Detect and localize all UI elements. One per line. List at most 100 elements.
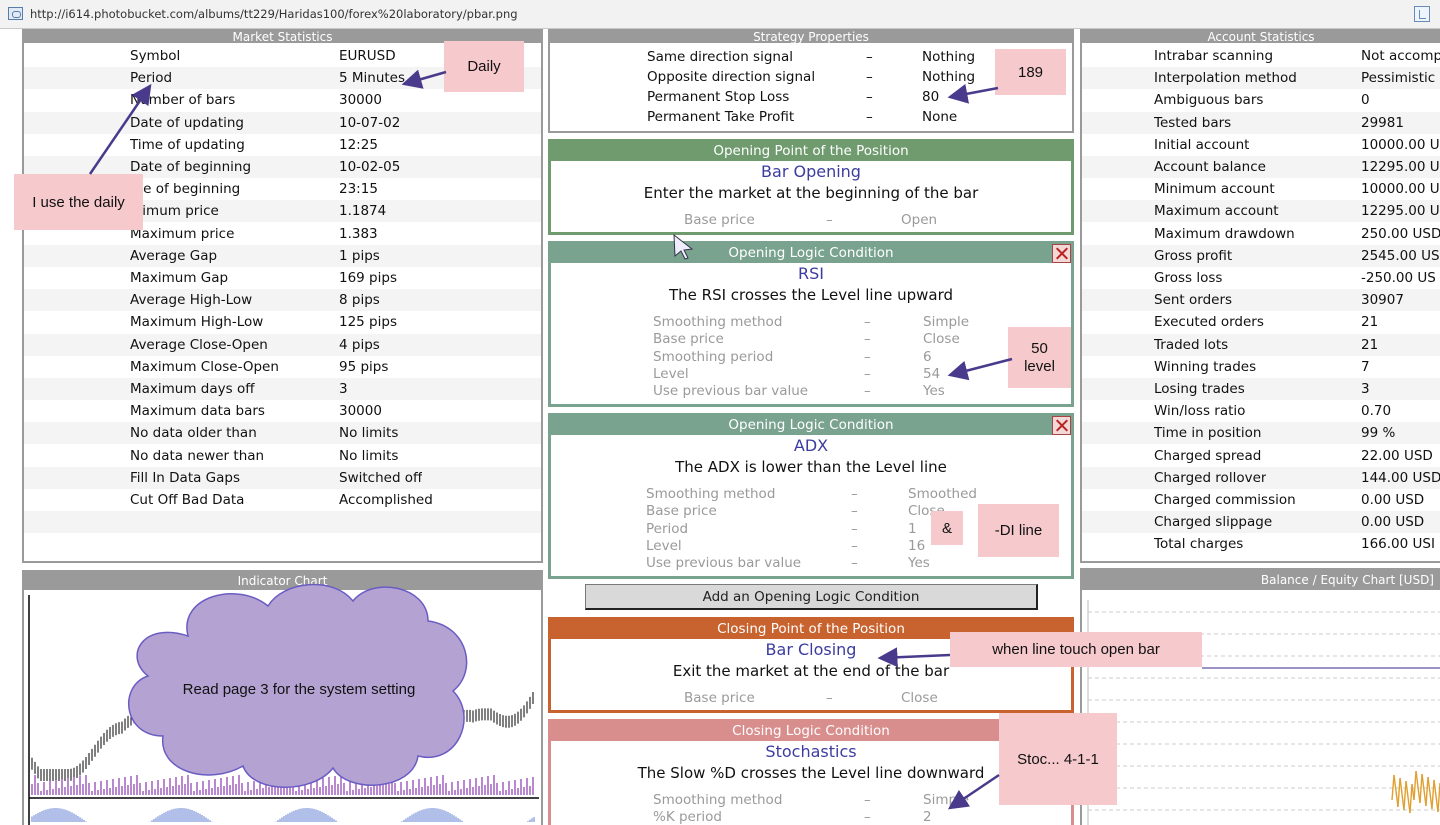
table-row: Winning trades 7 [1082, 356, 1440, 378]
url-text[interactable]: http://i614.photobucket.com/albums/tt229… [30, 7, 518, 21]
stat-value: 12295.00 U [1361, 203, 1440, 220]
strategy-sep: – [866, 69, 873, 85]
stat-value: 169 pips [339, 270, 397, 286]
table-row: Account balance 12295.00 U [1082, 156, 1440, 178]
note-stoc: Stoc... 4-1-1 [999, 713, 1117, 805]
stat-label: inimum price [130, 203, 219, 220]
strategy-value: Nothing [922, 69, 976, 85]
add-opening-logic-button[interactable]: Add an Opening Logic Condition [585, 584, 1038, 610]
table-row: Intrabar scanning Not accomp [1082, 45, 1440, 67]
opening-logic-title: Opening Logic Condition [551, 244, 1071, 263]
chart-mark [1413, 770, 1417, 801]
table-row: Maximum days off 3 [24, 378, 541, 400]
stat-label: Time of updating [130, 136, 245, 153]
stat-label: Account balance [1154, 159, 1266, 175]
param-value: Close [901, 690, 938, 706]
chart-mark [1403, 780, 1407, 811]
stat-value: 22.00 USD [1361, 447, 1433, 464]
stat-label: No data newer than [130, 447, 265, 464]
table-row: Losing trades 3 [1082, 378, 1440, 400]
indicator-description: The ADX is lower than the Level line [675, 458, 947, 476]
chart-mark [1419, 773, 1423, 804]
param-label: Smoothing method [653, 792, 783, 808]
param-label: Use previous bar value [653, 383, 809, 400]
stat-label: Total charges [1154, 536, 1244, 553]
stat-label: Charged rollover [1154, 469, 1267, 486]
table-row: Cut Off Bad Data Accomplished [24, 489, 541, 511]
param-value: Close [923, 331, 960, 348]
stat-label: Maximum price [130, 225, 235, 242]
opening-point-slot[interactable]: Opening Point of the Position Bar Openin… [548, 139, 1074, 235]
stat-label: Interpolation method [1154, 70, 1297, 87]
param-value: Open [901, 212, 938, 228]
stat-value: 10000.00 U [1361, 136, 1440, 153]
empty-row [24, 533, 541, 555]
param-value: 2 [923, 809, 932, 825]
indicator-description: The RSI crosses the Level line upward [668, 286, 953, 304]
table-row: No data older than No limits [24, 422, 541, 445]
cursor-icon [673, 233, 694, 260]
table-row: Fill In Data Gaps Switched off [24, 466, 541, 489]
table-row: Maximum account 12295.00 U [1082, 200, 1440, 223]
stat-value: Accomplished [339, 492, 433, 508]
stat-value: 8 pips [339, 292, 380, 309]
stat-value: 10-02-05 [339, 159, 401, 175]
table-row: Minimum account 10000.00 U [1082, 178, 1440, 200]
param-sep: – [851, 537, 858, 554]
table-row: Same direction signal – Nothing [550, 47, 1072, 67]
stat-value: 5 Minutes [339, 70, 406, 87]
stat-value: No limits [339, 425, 399, 442]
stat-value: 0.70 [1361, 403, 1392, 420]
chart-mark [1393, 774, 1397, 792]
stat-label: Sent orders [1154, 292, 1233, 309]
stat-value: 3 [339, 381, 348, 397]
param-sep: – [864, 331, 871, 348]
stat-value: 1.383 [339, 225, 378, 242]
table-row: Win/loss ratio 0.70 [1082, 400, 1440, 422]
stat-label: Traded lots [1154, 336, 1229, 353]
stat-value: 99 % [1361, 425, 1396, 442]
param-sep: – [864, 365, 871, 382]
table-row: Permanent Take Profit – None [550, 107, 1072, 127]
opening-logic-rsi-slot[interactable]: Opening Logic Condition RSI The RSI cros… [548, 241, 1074, 407]
stat-label: Charged commission [1154, 492, 1296, 508]
save-page-icon[interactable] [1414, 6, 1430, 22]
table-row: Maximum drawdown 250.00 USD [1082, 223, 1440, 245]
param-sep: – [864, 314, 871, 330]
closing-logic-title: Closing Logic Condition [551, 722, 1071, 741]
table-row: Executed orders 21 [1082, 311, 1440, 333]
stat-label: Date of beginning [130, 159, 252, 175]
param-value: 16 [908, 537, 926, 554]
remove-condition-icon[interactable] [1052, 416, 1071, 435]
note-stop-189: 189 [995, 49, 1066, 95]
stat-label: Maximum days off [130, 381, 255, 397]
stat-label: Average Close-Open [130, 336, 268, 353]
stat-label: Tested bars [1154, 114, 1232, 131]
table-row: Average High-Low 8 pips [24, 289, 541, 312]
stat-value: 30000 [339, 403, 382, 420]
param-value: 54 [923, 365, 941, 382]
stat-value: 4 pips [339, 336, 380, 353]
balance-chart-canvas [1087, 600, 1440, 825]
stat-label: Maximum data bars [130, 403, 265, 420]
stat-value: 3 [1361, 381, 1370, 397]
stat-label: Gross profit [1154, 247, 1233, 264]
table-row: Tested bars 29981 [1082, 111, 1440, 134]
stat-value: 2545.00 US [1361, 247, 1440, 264]
stat-label: No data older than [130, 425, 257, 442]
stat-label: Cut Off Bad Data [130, 492, 245, 508]
closing-logic-slot[interactable]: Closing Logic Condition Stochastics The … [548, 719, 1074, 825]
table-row: Permanent Stop Loss – 80 [550, 87, 1072, 107]
stat-label: Maximum High-Low [130, 314, 264, 331]
stat-label: Maximum Close-Open [130, 358, 279, 375]
param-sep: – [851, 486, 858, 502]
table-row: Sent orders 30907 [1082, 289, 1440, 312]
stat-label: Winning trades [1154, 358, 1257, 375]
strategy-label: Opposite direction signal [647, 69, 816, 85]
strategy-label: Same direction signal [647, 49, 793, 65]
table-row: Maximum Close-Open 95 pips [24, 356, 541, 378]
remove-condition-icon[interactable] [1052, 244, 1071, 263]
stat-value: 7 [1361, 358, 1370, 375]
table-row: No data newer than No limits [24, 445, 541, 467]
browser-address-bar: http://i614.photobucket.com/albums/tt229… [0, 0, 1440, 29]
